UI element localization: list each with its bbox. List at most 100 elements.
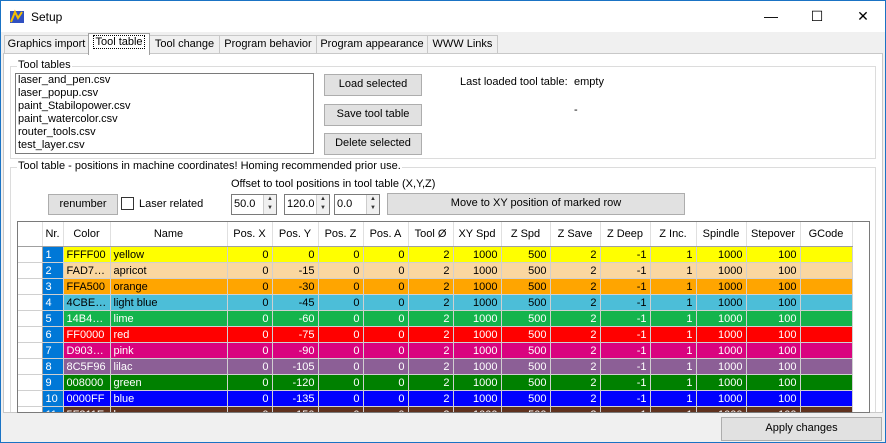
cell-z[interactable]: 0 bbox=[318, 294, 364, 311]
cell-z[interactable]: 0 bbox=[318, 406, 364, 412]
row-header[interactable] bbox=[18, 278, 43, 295]
cell-a[interactable]: 0 bbox=[363, 342, 409, 359]
column-header[interactable]: XY Spd bbox=[453, 222, 502, 247]
cell-xy[interactable]: 1000 bbox=[453, 246, 502, 263]
cell-spindle[interactable]: 1000 bbox=[696, 278, 747, 295]
cell-a[interactable]: 0 bbox=[363, 326, 409, 343]
cell-nr[interactable]: 3 bbox=[42, 278, 64, 295]
cell-spindle[interactable]: 1000 bbox=[696, 326, 747, 343]
cell-a[interactable]: 0 bbox=[363, 374, 409, 391]
cell-gcode[interactable] bbox=[800, 358, 853, 375]
cell-nr[interactable]: 8 bbox=[42, 358, 64, 375]
cell-zsave[interactable]: 2 bbox=[550, 310, 601, 327]
table-row[interactable]: 2 FAD7… apricot 0 -15 0 0 2 1000 500 2 -1 1 1000 100 bbox=[18, 262, 853, 279]
cell-y[interactable]: -105 bbox=[272, 358, 319, 375]
cell-zs[interactable]: 500 bbox=[501, 278, 551, 295]
cell-d[interactable]: 2 bbox=[408, 326, 454, 343]
table-row[interactable]: 7 D903… pink 0 -90 0 0 2 1000 500 2 -1 1 1000 100 bbox=[18, 342, 853, 359]
cell-z[interactable]: 0 bbox=[318, 246, 364, 263]
cell-nr[interactable]: 11 bbox=[42, 406, 64, 412]
row-header[interactable] bbox=[18, 358, 43, 375]
cell-zinc[interactable]: 1 bbox=[650, 342, 697, 359]
cell-z[interactable]: 0 bbox=[318, 278, 364, 295]
cell-d[interactable]: 2 bbox=[408, 262, 454, 279]
cell-xy[interactable]: 1000 bbox=[453, 374, 502, 391]
cell-xy[interactable]: 1000 bbox=[453, 262, 502, 279]
cell-zdeep[interactable]: -1 bbox=[600, 342, 651, 359]
cell-zsave[interactable]: 2 bbox=[550, 358, 601, 375]
cell-d[interactable]: 2 bbox=[408, 294, 454, 311]
cell-gcode[interactable] bbox=[800, 310, 853, 327]
cell-zdeep[interactable]: -1 bbox=[600, 374, 651, 391]
cell-step[interactable]: 100 bbox=[746, 374, 801, 391]
column-header[interactable]: Pos. A bbox=[363, 222, 409, 247]
cell-a[interactable]: 0 bbox=[363, 262, 409, 279]
cell-xy[interactable]: 1000 bbox=[453, 390, 502, 407]
cell-name[interactable]: pink bbox=[110, 342, 228, 359]
column-header[interactable]: GCode bbox=[800, 222, 853, 247]
cell-nr[interactable]: 10 bbox=[42, 390, 64, 407]
cell-nr[interactable]: 4 bbox=[42, 294, 64, 311]
list-item[interactable]: test_layer.csv bbox=[16, 139, 313, 152]
cell-spindle[interactable]: 1000 bbox=[696, 390, 747, 407]
cell-spindle[interactable]: 1000 bbox=[696, 374, 747, 391]
cell-gcode[interactable] bbox=[800, 246, 853, 263]
cell-zs[interactable]: 500 bbox=[501, 406, 551, 412]
cell-zsave[interactable]: 2 bbox=[550, 342, 601, 359]
cell-gcode[interactable] bbox=[800, 262, 853, 279]
table-row[interactable]: 6 FF0000 red 0 -75 0 0 2 1000 500 2 -1 1 1000 100 bbox=[18, 326, 853, 343]
spin-arrows-icon[interactable]: ▲ ▼ bbox=[263, 195, 276, 214]
cell-step[interactable]: 100 bbox=[746, 310, 801, 327]
column-header[interactable]: Name bbox=[110, 222, 228, 247]
cell-step[interactable]: 100 bbox=[746, 246, 801, 263]
cell-spindle[interactable]: 1000 bbox=[696, 246, 747, 263]
cell-xy[interactable]: 1000 bbox=[453, 358, 502, 375]
cell-x[interactable]: 0 bbox=[227, 390, 273, 407]
cell-z[interactable]: 0 bbox=[318, 374, 364, 391]
column-header[interactable]: Pos. X bbox=[227, 222, 273, 247]
cell-color[interactable]: 008000 bbox=[63, 374, 111, 391]
cell-gcode[interactable] bbox=[800, 406, 853, 412]
cell-xy[interactable]: 1000 bbox=[453, 326, 502, 343]
cell-zinc[interactable]: 1 bbox=[650, 246, 697, 263]
cell-d[interactable]: 2 bbox=[408, 406, 454, 412]
row-header[interactable] bbox=[18, 310, 43, 327]
cell-color[interactable]: 0000FF bbox=[63, 390, 111, 407]
cell-xy[interactable]: 1000 bbox=[453, 406, 502, 412]
cell-zinc[interactable]: 1 bbox=[650, 278, 697, 295]
cell-zs[interactable]: 500 bbox=[501, 390, 551, 407]
cell-color[interactable]: 5F311E bbox=[63, 406, 111, 412]
cell-nr[interactable]: 1 bbox=[42, 246, 64, 263]
cell-color[interactable]: 4CBE… bbox=[63, 294, 111, 311]
list-item[interactable]: laser_popup.csv bbox=[16, 87, 313, 100]
cell-step[interactable]: 100 bbox=[746, 358, 801, 375]
cell-zinc[interactable]: 1 bbox=[650, 262, 697, 279]
cell-x[interactable]: 0 bbox=[227, 310, 273, 327]
cell-zinc[interactable]: 1 bbox=[650, 374, 697, 391]
cell-step[interactable]: 100 bbox=[746, 294, 801, 311]
cell-x[interactable]: 0 bbox=[227, 246, 273, 263]
table-row[interactable]: 1 FFFF00 yellow 0 0 0 0 2 1000 500 2 -1 1 1000 100 bbox=[18, 246, 853, 263]
row-header[interactable] bbox=[18, 246, 43, 263]
cell-zdeep[interactable]: -1 bbox=[600, 294, 651, 311]
cell-name[interactable]: brown bbox=[110, 406, 228, 412]
column-header[interactable]: Nr. bbox=[42, 222, 64, 247]
cell-color[interactable]: FF0000 bbox=[63, 326, 111, 343]
column-header[interactable]: Tool Ø bbox=[408, 222, 454, 247]
column-header[interactable]: Color bbox=[63, 222, 111, 247]
cell-gcode[interactable] bbox=[800, 390, 853, 407]
cell-spindle[interactable]: 1000 bbox=[696, 310, 747, 327]
cell-zsave[interactable]: 2 bbox=[550, 406, 601, 412]
cell-x[interactable]: 0 bbox=[227, 262, 273, 279]
renumber-button[interactable]: renumber bbox=[48, 194, 118, 215]
column-header[interactable]: Z Spd bbox=[501, 222, 551, 247]
cell-step[interactable]: 100 bbox=[746, 278, 801, 295]
cell-x[interactable]: 0 bbox=[227, 278, 273, 295]
cell-d[interactable]: 2 bbox=[408, 374, 454, 391]
cell-z[interactable]: 0 bbox=[318, 358, 364, 375]
laser-related-checkbox[interactable] bbox=[121, 197, 134, 210]
move-to-xy-button[interactable]: Move to XY position of marked row bbox=[387, 193, 685, 215]
offset-z-stepper[interactable]: 0.0 ▲ ▼ bbox=[334, 194, 380, 215]
row-header[interactable] bbox=[18, 342, 43, 359]
cell-name[interactable]: orange bbox=[110, 278, 228, 295]
